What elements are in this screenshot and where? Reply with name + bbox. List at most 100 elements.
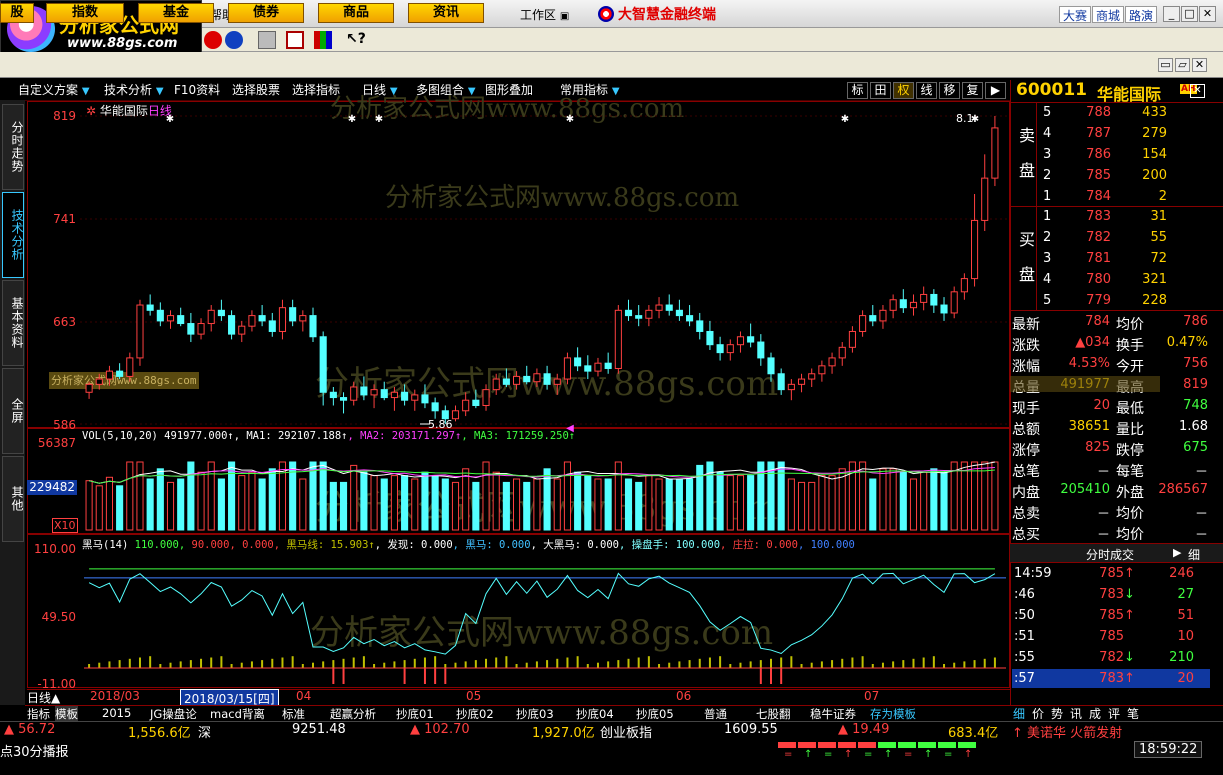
flow-arrow: = [784, 749, 792, 758]
indicator-bar [658, 664, 661, 668]
ask-level: 3 [1043, 147, 1052, 162]
ticks-detail-button[interactable]: 细 [1188, 546, 1200, 563]
date-tick: 07 [864, 689, 880, 703]
template-tab[interactable]: 稳牛证券 [810, 706, 856, 722]
ask-price[interactable]: 784 [1075, 189, 1111, 204]
template-tab[interactable]: 抄底04 [576, 706, 614, 722]
bid-level: 1 [1043, 209, 1052, 224]
stat-value: 205410 [1060, 482, 1110, 497]
indicator-bar [474, 660, 477, 668]
ask-price[interactable]: 785 [1075, 168, 1111, 183]
ticks-play-icon[interactable]: ▶ [1173, 546, 1181, 559]
candle-body [126, 357, 134, 377]
candle-body [401, 391, 409, 401]
chart-tool-button[interactable]: 移 [939, 82, 960, 99]
template-tab[interactable]: 抄底05 [636, 706, 674, 722]
indicator-bar [220, 656, 223, 668]
template-tab[interactable]: 普通 [704, 706, 727, 722]
quote-tab[interactable]: 笔 [1127, 705, 1139, 722]
ask-price[interactable]: 788 [1075, 105, 1111, 120]
candle-body [411, 394, 419, 401]
quote-tab[interactable]: 势 [1051, 705, 1063, 722]
bid-price[interactable]: 780 [1075, 272, 1111, 287]
stat-label: 总卖 [1012, 506, 1040, 522]
template-tab[interactable]: 标准 [282, 706, 305, 722]
template-tab[interactable]: 超赢分析 [330, 706, 376, 722]
chart-tool-button[interactable]: ▶ [985, 82, 1006, 99]
chart-tool-button[interactable]: 复 [962, 82, 983, 99]
bid-price[interactable]: 779 [1075, 293, 1111, 308]
chart-tool-button[interactable]: 线 [916, 82, 937, 99]
stat-value: ▲034 [1075, 335, 1110, 350]
candle-body [818, 365, 826, 375]
volume-bar [126, 461, 134, 531]
chart-tool-button[interactable]: 田 [870, 82, 891, 99]
period-label[interactable]: 日线▲ [27, 689, 60, 706]
indicator-bar [373, 664, 376, 668]
bid-price[interactable]: 781 [1075, 251, 1111, 266]
ask-volume: 200 [1142, 168, 1167, 183]
stat-label: 总额 [1012, 422, 1040, 438]
template-tab[interactable]: 模板 [55, 706, 78, 722]
bid-price[interactable]: 782 [1075, 230, 1111, 245]
template-tab[interactable]: 抄底03 [516, 706, 554, 722]
template-tab[interactable]: 存为模板 [870, 706, 916, 722]
flow-segment [798, 742, 816, 748]
ask-level: 2 [1043, 168, 1052, 183]
status-item: 1,556.6亿 [128, 726, 191, 741]
ask-price[interactable]: 787 [1075, 126, 1111, 141]
close-quote-icon[interactable]: ✕ [1190, 84, 1205, 98]
quote-tab[interactable]: 讯 [1070, 705, 1082, 722]
buy-label: 买盘 [1019, 230, 1036, 284]
chart-tool-button[interactable]: 权 [893, 82, 914, 99]
candle-body [797, 378, 806, 385]
status-item: 9251.48 [292, 722, 346, 737]
indicator-bar [556, 658, 559, 668]
candle-body [777, 373, 785, 391]
quote-tab[interactable]: 评 [1108, 705, 1120, 722]
indicator-bar [362, 656, 365, 668]
indicator-bar [637, 657, 640, 668]
volume-bar [736, 475, 745, 531]
template-tab[interactable]: 指标 [27, 706, 50, 722]
chart-tool-button[interactable]: 标 [847, 82, 868, 99]
template-tab[interactable]: JG操盘论 [150, 706, 197, 722]
ask-price[interactable]: 786 [1075, 147, 1111, 162]
flow-arrow: ↑ [884, 749, 892, 758]
template-tab[interactable]: 七股翻 [756, 706, 791, 722]
candle-body [930, 293, 938, 306]
quote-tab[interactable]: 细 [1013, 705, 1025, 722]
candle-body [360, 386, 368, 396]
volume-bar [920, 471, 928, 531]
ask-volume: 154 [1142, 147, 1167, 162]
broadcast-label: 点30分播报 [0, 745, 69, 760]
template-tab[interactable]: 抄底01 [396, 706, 434, 722]
tick-arrow: ↑ [1124, 566, 1135, 581]
stat-label: 均价 [1116, 527, 1144, 543]
template-tab[interactable]: 2015 [102, 706, 131, 720]
indicator-value: 110.000, [128, 539, 186, 551]
indicator-bar [200, 658, 203, 668]
candle-body [533, 373, 541, 383]
bid-volume: 55 [1150, 230, 1167, 245]
volume-bar [472, 481, 480, 531]
status-item: ↑ 美诺华 火箭发射 [1012, 726, 1123, 741]
quote-tab[interactable]: 价 [1032, 705, 1044, 722]
bid-price[interactable]: 783 [1075, 209, 1111, 224]
bid-volume: 228 [1142, 293, 1167, 308]
stat-value: 20 [1093, 398, 1110, 413]
quote-tab[interactable]: 成 [1089, 705, 1101, 722]
indicator-bar [291, 656, 294, 668]
template-tab[interactable]: macd背离 [210, 706, 265, 722]
candle-body [543, 373, 551, 385]
tick-volume: 20 [1177, 671, 1194, 686]
date-axis [27, 689, 1010, 705]
candle-body [156, 309, 164, 322]
indicator-bar [342, 658, 345, 668]
candle-body [696, 320, 704, 332]
candle-body [594, 362, 602, 372]
indicator-value: , 黑马: 0.000 [452, 539, 531, 551]
volume-bar [85, 480, 93, 531]
candle-body [686, 315, 694, 322]
template-tab[interactable]: 抄底02 [456, 706, 494, 722]
